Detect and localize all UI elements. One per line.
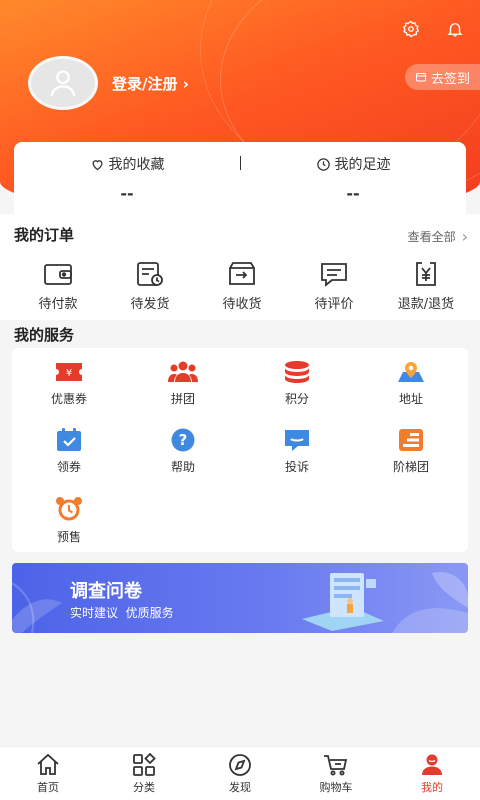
order-pending-review[interactable]: 待评价 xyxy=(288,260,380,312)
service-label: 领券 xyxy=(56,460,81,474)
footprint-label: 我的足迹 xyxy=(334,157,391,173)
service-label: 优惠券 xyxy=(50,392,87,406)
tab-category[interactable]: 分类 xyxy=(96,747,192,800)
order-label: 待收货 xyxy=(222,297,262,312)
comment-icon xyxy=(321,263,347,287)
login-register-link[interactable]: 登录/注册 › xyxy=(112,73,189,94)
service-label: 阶梯团 xyxy=(392,460,429,474)
avatar[interactable] xyxy=(28,56,98,110)
service-presale[interactable]: 预售 xyxy=(12,496,126,545)
heart-icon xyxy=(91,159,103,170)
svg-text:¥: ¥ xyxy=(66,368,72,379)
group-icon xyxy=(168,361,198,382)
user-icon xyxy=(422,754,442,775)
service-get-coupon[interactable]: 领券 xyxy=(12,428,126,475)
tab-discover[interactable]: 发现 xyxy=(192,747,288,800)
service-address[interactable]: 地址 xyxy=(354,360,468,407)
service-complaint[interactable]: 投诉 xyxy=(240,428,354,475)
tab-mine[interactable]: 我的 xyxy=(384,747,480,800)
chevron-right-icon: › xyxy=(461,227,468,246)
tab-label: 首页 xyxy=(37,780,59,794)
footprint-value: -- xyxy=(346,184,360,203)
tab-label: 发现 xyxy=(229,780,251,794)
favorites-value: -- xyxy=(120,184,134,203)
service-ladder-group[interactable]: 阶梯团 xyxy=(354,428,468,475)
orders-section: 我的订单 查看全部 › 待付款 待发货 待收货 待评价 退款/退货 xyxy=(0,214,480,320)
service-help[interactable]: ? 帮助 xyxy=(126,428,240,475)
login-label: 登录/注册 xyxy=(112,75,178,93)
chevron-right-icon: › xyxy=(182,75,189,93)
order-pending-receipt[interactable]: 待收货 xyxy=(196,260,288,312)
order-status-row: 待付款 待发货 待收货 待评价 退款/退货 xyxy=(0,260,480,312)
checkin-label: 去签到 xyxy=(430,71,470,87)
favorites-stat[interactable]: 我的收藏 -- xyxy=(14,142,240,214)
service-label: 投诉 xyxy=(284,460,309,474)
refund-icon xyxy=(416,262,436,286)
service-label: 帮助 xyxy=(170,460,195,474)
banner-subtitle: 实时建议 优质服务 xyxy=(70,606,174,620)
banner-title: 调查问卷 xyxy=(70,581,142,602)
help-icon: ? xyxy=(171,428,195,452)
ladder-group-icon xyxy=(399,429,423,451)
services-title: 我的服务 xyxy=(14,326,75,344)
tab-cart[interactable]: 购物车 xyxy=(288,747,384,800)
wallet-icon xyxy=(44,264,72,285)
survey-banner[interactable]: 调查问卷 实时建议 优质服务 xyxy=(12,563,468,633)
order-pending-payment[interactable]: 待付款 xyxy=(12,260,104,312)
pending-ship-icon xyxy=(137,262,163,286)
category-icon xyxy=(133,752,156,776)
order-label: 待评价 xyxy=(314,297,354,312)
tab-label: 我的 xyxy=(421,780,443,794)
gear-icon[interactable] xyxy=(400,18,422,40)
order-label: 待发货 xyxy=(130,297,170,312)
get-coupon-icon xyxy=(57,428,81,451)
points-icon xyxy=(285,361,309,383)
tab-label: 分类 xyxy=(133,780,155,794)
compass-icon xyxy=(229,753,251,776)
view-all-orders-link[interactable]: 查看全部 › xyxy=(408,227,468,246)
presale-icon xyxy=(56,497,82,521)
order-pending-shipment[interactable]: 待发货 xyxy=(104,260,196,312)
cart-icon xyxy=(324,754,348,775)
coupon-icon: ¥ xyxy=(56,363,82,381)
calendar-icon xyxy=(415,73,426,82)
favorites-label: 我的收藏 xyxy=(108,157,165,173)
tab-label: 购物车 xyxy=(319,780,353,794)
service-label: 积分 xyxy=(284,392,309,406)
orders-title: 我的订单 xyxy=(14,226,75,244)
svg-text:?: ? xyxy=(179,431,188,449)
header-actions xyxy=(400,18,466,40)
order-label: 退款/退货 xyxy=(397,297,455,312)
service-group-buy[interactable]: 拼团 xyxy=(126,360,240,407)
user-placeholder-icon xyxy=(50,70,76,97)
service-coupon[interactable]: ¥ 优惠券 xyxy=(12,360,126,407)
clock-icon xyxy=(316,157,330,171)
stats-card: 我的收藏 -- 我的足迹 -- xyxy=(14,142,466,214)
bottom-tab-bar: 首页 分类 发现 购物车 我的 xyxy=(0,746,480,800)
order-refund[interactable]: 退款/退货 xyxy=(380,260,472,312)
location-icon xyxy=(398,362,424,382)
service-points[interactable]: 积分 xyxy=(240,360,354,407)
truck-box-icon xyxy=(229,262,255,285)
divider xyxy=(240,156,241,170)
services-grid: ¥ 优惠券 拼团 积分 地址 领券 ? 帮助 投诉 阶梯团 预售 xyxy=(12,348,468,552)
bell-icon[interactable] xyxy=(444,18,466,40)
footprint-stat[interactable]: 我的足迹 -- xyxy=(240,142,466,214)
service-label: 地址 xyxy=(398,392,423,406)
view-all-label: 查看全部 xyxy=(407,230,456,244)
service-label: 预售 xyxy=(56,530,81,544)
order-label: 待付款 xyxy=(38,297,78,312)
checkin-button[interactable]: 去签到 xyxy=(404,64,480,90)
home-icon xyxy=(37,753,59,775)
tab-home[interactable]: 首页 xyxy=(0,747,96,800)
complaint-icon xyxy=(285,430,309,451)
service-label: 拼团 xyxy=(170,392,195,406)
